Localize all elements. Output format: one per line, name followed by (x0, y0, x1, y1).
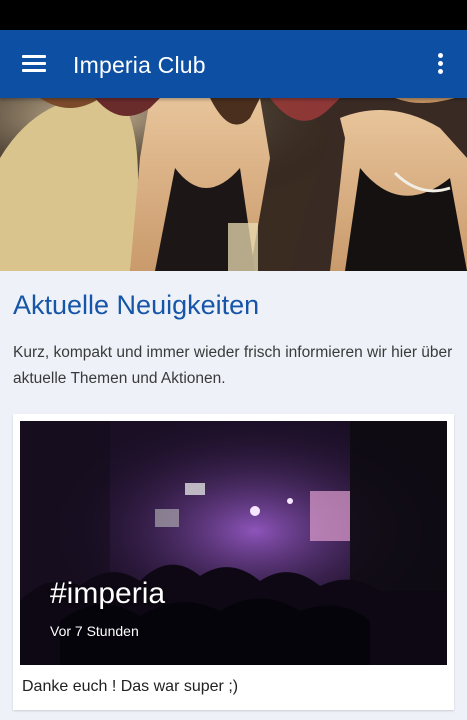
news-card-text: Danke euch ! Das war super ;) (22, 678, 239, 695)
menu-button[interactable] (12, 44, 56, 84)
app-bar: Imperia Club (0, 30, 467, 98)
news-card[interactable]: #imperia Vor 7 Stunden Danke euch ! Das … (13, 414, 454, 710)
section-intro: Kurz, kompakt und immer wieder frisch in… (13, 344, 453, 387)
status-bar (0, 0, 467, 30)
more-vertical-icon (438, 53, 443, 58)
hamburger-menu-icon (22, 55, 46, 58)
news-card-title: #imperia (50, 577, 166, 610)
section-title: Aktuelle Neuigkeiten (13, 290, 260, 320)
more-options-button[interactable] (425, 46, 455, 82)
news-card-time: Vor 7 Stunden (50, 623, 139, 639)
news-card-image: #imperia Vor 7 Stunden (20, 421, 447, 665)
hero-image (0, 98, 467, 271)
app-title: Imperia Club (73, 52, 206, 78)
party-crowd-photo (0, 98, 467, 271)
